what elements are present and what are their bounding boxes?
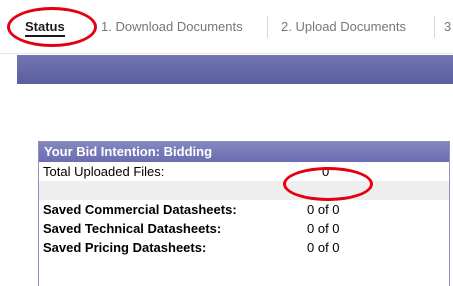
pricing-datasheets-label: Saved Pricing Datasheets: bbox=[43, 240, 207, 255]
header-band bbox=[17, 55, 453, 84]
tab-download-documents[interactable]: 1. Download Documents bbox=[101, 12, 243, 42]
commercial-datasheets-value: 0 of 0 bbox=[307, 202, 340, 217]
total-uploaded-label: Total Uploaded Files: bbox=[43, 164, 165, 179]
datasheet-row-pricing: Saved Pricing Datasheets: 0 of 0 bbox=[39, 238, 449, 257]
page: Status 1. Download Documents 2. Upload D… bbox=[0, 0, 453, 286]
tab-divider bbox=[267, 16, 268, 38]
datasheet-row-technical: Saved Technical Datasheets: 0 of 0 bbox=[39, 219, 449, 238]
tab-download-documents-label: 1. Download Documents bbox=[101, 19, 243, 34]
total-uploaded-value: 0 bbox=[322, 164, 330, 179]
tab-step-3[interactable]: 3 bbox=[444, 12, 451, 42]
total-uploaded-row: Total Uploaded Files: 0 bbox=[39, 162, 449, 181]
tab-bar: Status 1. Download Documents 2. Upload D… bbox=[0, 0, 453, 54]
spacer-row bbox=[39, 181, 449, 200]
tab-divider bbox=[434, 16, 435, 38]
tab-status[interactable]: Status bbox=[25, 12, 65, 42]
tab-upload-documents-label: 2. Upload Documents bbox=[281, 19, 407, 34]
commercial-datasheets-label: Saved Commercial Datasheets: bbox=[43, 202, 237, 217]
pricing-datasheets-value: 0 of 0 bbox=[307, 240, 340, 255]
panel-title: Your Bid Intention: Bidding bbox=[39, 142, 449, 162]
tab-upload-documents[interactable]: 2. Upload Documents bbox=[281, 12, 406, 42]
technical-datasheets-label: Saved Technical Datasheets: bbox=[43, 221, 222, 236]
technical-datasheets-value: 0 of 0 bbox=[307, 221, 340, 236]
datasheet-row-commercial: Saved Commercial Datasheets: 0 of 0 bbox=[39, 200, 449, 219]
bid-status-panel: Your Bid Intention: Bidding Total Upload… bbox=[38, 141, 450, 286]
tab-status-label: Status bbox=[25, 19, 65, 37]
tab-step-3-label: 3 bbox=[444, 19, 452, 34]
